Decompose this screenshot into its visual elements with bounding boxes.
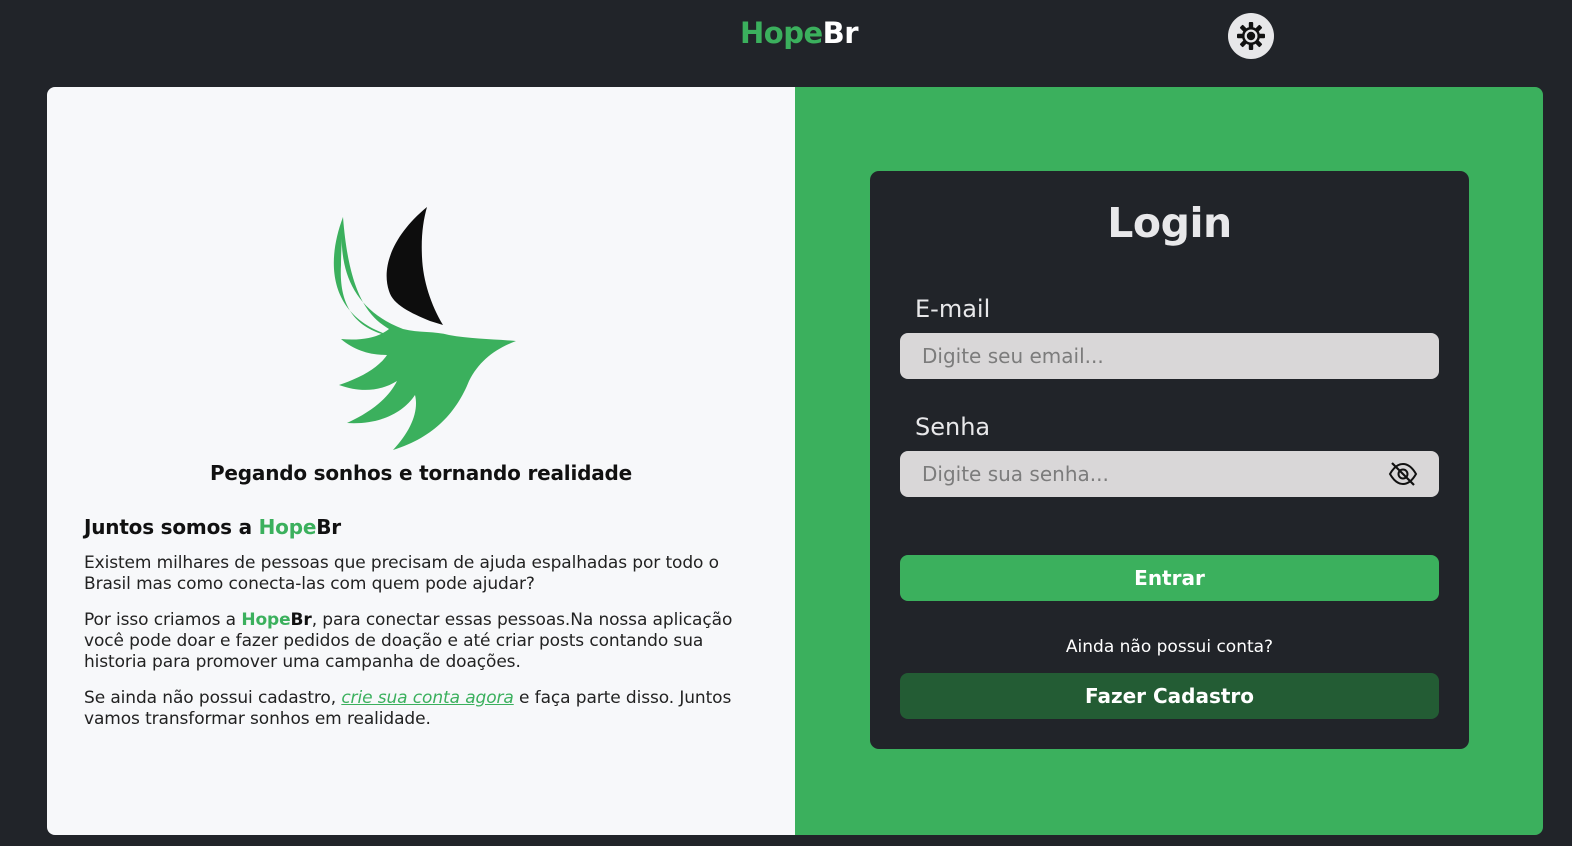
about-paragraph-2: Por isso criamos a HopeBr, para conectar… <box>84 610 764 673</box>
about-panel: Pegando sonhos e tornando realidade Junt… <box>47 87 795 835</box>
email-label: E-mail <box>915 295 991 323</box>
email-field[interactable] <box>900 333 1439 379</box>
about-paragraph-1: Existem milhares de pessoas que precisam… <box>84 553 719 594</box>
about-paragraph-3: Se ainda não possui cadastro, crie sua c… <box>84 688 764 730</box>
about-heading-prefix: Juntos somos a <box>84 515 259 539</box>
bird-logo-icon <box>323 205 523 454</box>
signup-button[interactable]: Fazer Cadastro <box>900 673 1439 719</box>
password-field[interactable] <box>900 451 1439 497</box>
about-section: Juntos somos a HopeBr Existem milhares d… <box>84 515 764 745</box>
main-card: Pegando sonhos e tornando realidade Junt… <box>47 87 1543 835</box>
about-heading-br: Br <box>316 515 341 539</box>
login-form: Login E-mail Senha Entrar Ainda não poss… <box>870 171 1469 749</box>
p2-hope: Hope <box>241 610 291 630</box>
sun-gear-icon <box>1237 22 1265 50</box>
tagline: Pegando sonhos e tornando realidade <box>209 461 633 485</box>
theme-toggle-button[interactable] <box>1228 13 1274 59</box>
password-label: Senha <box>915 413 991 441</box>
brand-hope: Hope <box>740 16 823 50</box>
brand-br: Br <box>822 16 859 50</box>
login-panel: Login E-mail Senha Entrar Ainda não poss… <box>795 87 1543 835</box>
p3-prefix: Se ainda não possui cadastro, <box>84 688 342 708</box>
login-title: Login <box>1107 199 1232 247</box>
create-account-link[interactable]: crie sua conta agora <box>341 688 514 708</box>
p2-br: Br <box>290 610 312 630</box>
brand-logo-text: HopeBr <box>740 16 859 50</box>
about-heading-hope: Hope <box>258 515 317 539</box>
p2-prefix: Por isso criamos a <box>84 610 242 630</box>
about-heading: Juntos somos a HopeBr <box>84 515 764 539</box>
eye-slash-icon[interactable] <box>1388 461 1418 491</box>
login-button[interactable]: Entrar <box>900 555 1439 601</box>
no-account-text: Ainda não possui conta? <box>1065 637 1274 657</box>
